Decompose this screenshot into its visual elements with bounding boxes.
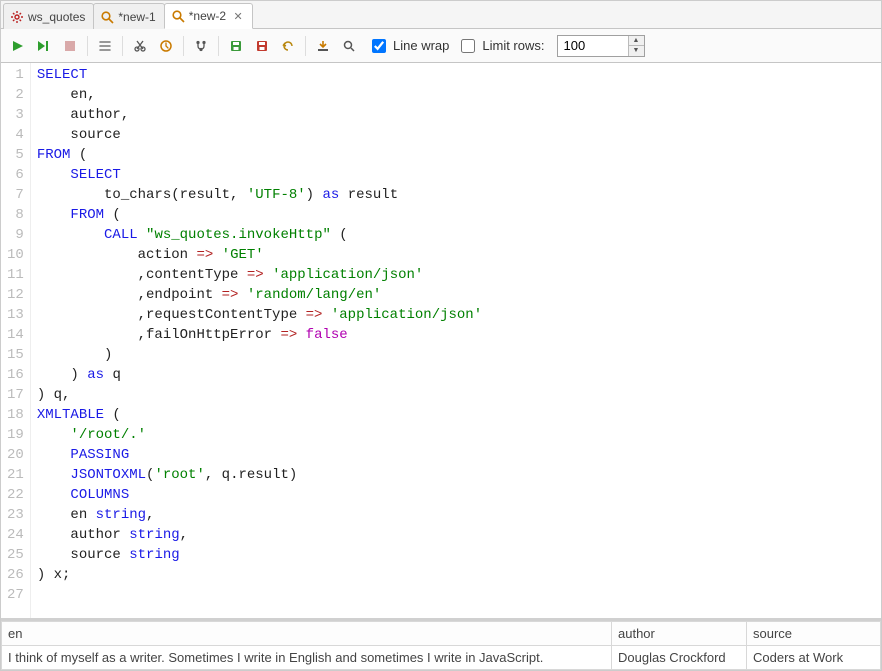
run-step-button[interactable] xyxy=(33,35,55,57)
column-header[interactable]: author xyxy=(612,622,747,646)
table-cell[interactable]: Coders at Work xyxy=(747,646,881,670)
gear-icon xyxy=(10,10,24,24)
search-button[interactable] xyxy=(338,35,360,57)
toolbar-separator xyxy=(183,36,184,56)
branch-button[interactable] xyxy=(190,35,212,57)
line-gutter: 1234567891011121314151617181920212223242… xyxy=(1,63,31,618)
tab-bar: ws_quotes *new-1 *new-2 ✕ xyxy=(1,1,881,29)
limit-rows-spinner[interactable]: ▲ ▼ xyxy=(557,35,645,57)
table-cell[interactable]: I think of myself as a writer. Sometimes… xyxy=(2,646,612,670)
table-row[interactable]: I think of myself as a writer. Sometimes… xyxy=(2,646,881,670)
tab-ws-quotes[interactable]: ws_quotes xyxy=(3,3,94,29)
toolbar-separator xyxy=(218,36,219,56)
line-wrap-checkbox[interactable]: Line wrap xyxy=(368,36,449,56)
tab--new-1[interactable]: *new-1 xyxy=(93,3,164,29)
cut-button[interactable] xyxy=(129,35,151,57)
explain-plan-button[interactable] xyxy=(94,35,116,57)
magnify-icon xyxy=(171,9,185,23)
history-button[interactable] xyxy=(155,35,177,57)
save-button[interactable] xyxy=(225,35,247,57)
run-button[interactable] xyxy=(7,35,29,57)
tab-label: *new-2 xyxy=(189,9,226,23)
sql-editor[interactable]: 1234567891011121314151617181920212223242… xyxy=(1,63,881,618)
table-cell[interactable]: Douglas Crockford xyxy=(612,646,747,670)
undo-button[interactable] xyxy=(277,35,299,57)
results-table[interactable]: enauthorsource I think of myself as a wr… xyxy=(1,621,881,670)
spinner-up[interactable]: ▲ xyxy=(629,36,644,46)
limit-rows-label: Limit rows: xyxy=(482,38,544,53)
column-header[interactable]: source xyxy=(747,622,881,646)
save-red-button[interactable] xyxy=(251,35,273,57)
results-panel: enauthorsource I think of myself as a wr… xyxy=(1,618,881,670)
magnify-icon xyxy=(100,10,114,24)
close-icon[interactable]: ✕ xyxy=(232,10,244,22)
tab-label: ws_quotes xyxy=(28,10,85,24)
stop-button[interactable] xyxy=(59,35,81,57)
limit-rows-checkbox[interactable]: Limit rows: xyxy=(457,36,544,56)
toolbar-separator xyxy=(305,36,306,56)
export-button[interactable] xyxy=(312,35,334,57)
tab--new-2[interactable]: *new-2 ✕ xyxy=(164,3,253,29)
toolbar-separator xyxy=(87,36,88,56)
toolbar-separator xyxy=(122,36,123,56)
code-content[interactable]: SELECT en, author, sourceFROM ( SELECT t… xyxy=(31,63,881,618)
spinner-down[interactable]: ▼ xyxy=(629,45,644,56)
tab-label: *new-1 xyxy=(118,10,155,24)
column-header[interactable]: en xyxy=(2,622,612,646)
limit-rows-input[interactable] xyxy=(558,36,628,56)
line-wrap-label: Line wrap xyxy=(393,38,449,53)
toolbar: Line wrap Limit rows: ▲ ▼ xyxy=(1,29,881,63)
